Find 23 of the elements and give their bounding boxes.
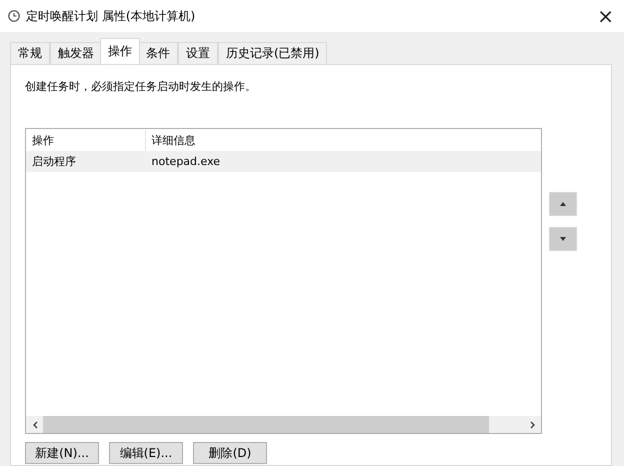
table-cell-text: 启动程序 bbox=[31, 154, 77, 169]
tab[interactable]: 设置 bbox=[178, 42, 218, 64]
column-header[interactable]: 详细信息 bbox=[146, 130, 541, 151]
tab[interactable]: 操作 bbox=[100, 38, 140, 64]
clock-icon bbox=[8, 10, 20, 22]
action-button[interactable]: 删除(D) bbox=[193, 442, 267, 464]
move-down-button[interactable] bbox=[549, 227, 577, 251]
tab[interactable]: 常规 bbox=[10, 42, 50, 64]
chevron-left-icon bbox=[32, 420, 38, 428]
description-text: 创建任务时，必须指定任务启动时发生的操作。 bbox=[25, 79, 257, 94]
caret-down-icon bbox=[560, 237, 566, 241]
action-button[interactable]: 新建(N)... bbox=[25, 442, 99, 464]
tab[interactable]: 条件 bbox=[138, 42, 178, 64]
window-title: 定时唤醒计划 属性(本地计算机) bbox=[26, 8, 196, 24]
move-up-button[interactable] bbox=[549, 192, 577, 216]
close-button[interactable]: × bbox=[595, 6, 616, 26]
chevron-right-icon bbox=[530, 420, 536, 428]
list-row[interactable]: 启动程序 notepad.exe bbox=[26, 151, 541, 172]
tab[interactable]: 触发器 bbox=[50, 42, 102, 64]
action-button[interactable]: 编辑(E)... bbox=[109, 442, 183, 464]
caret-up-icon bbox=[560, 202, 566, 206]
table-cell-text: notepad.exe bbox=[150, 155, 222, 168]
tab[interactable]: 历史记录(已禁用) bbox=[218, 42, 328, 64]
